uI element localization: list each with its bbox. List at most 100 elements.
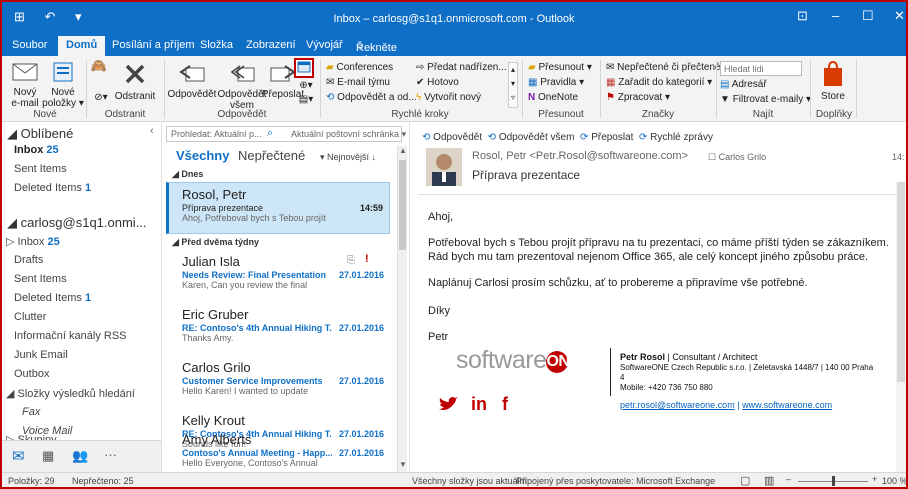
reply-all-action[interactable]: ⟲ Odpovědět všem (488, 132, 575, 143)
delete-button[interactable]: Odstranit (110, 60, 160, 102)
people-icon[interactable]: 👥 (72, 448, 88, 464)
quick-step-conferences[interactable]: ▰ Conferences (326, 62, 393, 73)
normal-view-icon[interactable]: ▢ (740, 474, 750, 487)
im-reply-icon[interactable]: ▤▾ (296, 94, 316, 105)
followup-button[interactable]: ⚑ Zpracovat ▾ (606, 92, 670, 103)
folder-inbox[interactable]: ▷ Inbox 25 (6, 235, 60, 248)
move-button[interactable]: ▰ Přesunout ▾ (528, 62, 592, 73)
ignore-icon[interactable]: 🙈 (90, 59, 108, 72)
twitter-icon[interactable] (438, 394, 463, 414)
message-preview: Hello Karen! I wanted to update (182, 386, 309, 396)
tab-home[interactable]: Domů (58, 36, 106, 56)
quick-step-reply-delete[interactable]: ⟲ Odpovědět a od... (326, 92, 417, 103)
tab-folder[interactable]: Složka (200, 39, 233, 51)
new-items-button[interactable]: Nové položky ▾ (42, 60, 84, 109)
reply-button[interactable]: Odpovědět (166, 60, 218, 100)
recipient[interactable]: ☐ Carlos Grilo (708, 152, 766, 163)
more-nav-icon[interactable]: ··· (104, 447, 117, 462)
scroll-up-arrow-icon[interactable]: ▲ (399, 146, 407, 155)
account-header[interactable]: ◢ carlosg@s1q1.onmi... (7, 215, 147, 231)
folder-fax[interactable]: Fax (22, 406, 40, 418)
quick-step-to-manager[interactable]: ⇨ Předat nadřízen... (416, 62, 507, 73)
maximize-button[interactable]: ☐ (862, 8, 874, 24)
collapse-pane-icon[interactable]: ‹ (150, 125, 154, 137)
close-button[interactable]: ✕ (894, 8, 905, 24)
signature-email-link[interactable]: petr.rosol@softwareone.com (620, 400, 735, 410)
zoom-slider-thumb[interactable] (832, 476, 835, 486)
search-box[interactable]: Prohledat: Aktuální p... ⌕ Aktuální pošt… (166, 126, 406, 142)
reading-view-icon[interactable]: ▥ (764, 474, 774, 487)
sender-avatar[interactable] (426, 148, 462, 186)
onenote-button[interactable]: N OneNote (528, 92, 578, 103)
address-book-button[interactable]: ▤ Adresář (720, 79, 767, 90)
zoom-level[interactable]: 100 % (882, 476, 906, 486)
tab-file[interactable]: Soubor (12, 39, 47, 51)
unread-read-button[interactable]: ✉ Nepřečtené či přečtené (606, 62, 721, 73)
sort-dropdown[interactable]: ▾ Nejnovější ↓ (320, 152, 376, 163)
reply-icon: ⟲ (422, 132, 431, 143)
more-respond-icon[interactable]: ⊕▾ (296, 80, 316, 91)
list-item[interactable]: Julian Isla ⎘ ! Needs Review: Final Pres… (166, 250, 390, 302)
new-email-button[interactable]: Nový e-mail (6, 60, 44, 109)
quick-step-done[interactable]: ✔ Hotovo (416, 77, 459, 88)
message-list-scrollbar[interactable]: ▲ ▼ (397, 146, 407, 472)
scroll-down-arrow-icon[interactable]: ▼ (399, 460, 407, 469)
signature-web-link[interactable]: www.softwareone.com (742, 400, 832, 410)
fav-sent-items[interactable]: Sent Items (14, 163, 67, 175)
folder-drafts[interactable]: Drafts (14, 254, 43, 266)
rules-button[interactable]: ▦ Pravidla ▾ (528, 77, 584, 88)
folder-label: ▷ Inbox (6, 236, 45, 248)
folder-search-folders[interactable]: ◢ Složky výsledků hledání (6, 387, 135, 400)
store-button[interactable]: Store (814, 60, 852, 102)
tab-view[interactable]: Zobrazení (246, 39, 296, 51)
folder-junk[interactable]: Junk Email (14, 349, 68, 361)
tab-send-receive[interactable]: Posílání a příjem (112, 39, 195, 51)
mail-icon[interactable]: ✉ (12, 447, 25, 465)
favorites-header[interactable]: ◢ Oblíbené (7, 126, 73, 142)
sender-line[interactable]: Rosol, Petr <Petr.Rosol@softwareone.com> (472, 150, 688, 162)
group-header-older[interactable]: ◢ Před dvěma týdny (172, 237, 259, 248)
reply-action[interactable]: ⟲ Odpovědět (422, 132, 482, 143)
search-scope-dropdown[interactable]: Aktuální poštovní schránka ▾ (291, 129, 406, 140)
ribbon-display-options-icon[interactable]: ⊡ (797, 8, 808, 24)
message-from: Rosol, Petr (182, 187, 247, 202)
quick-step-create-new[interactable]: ϟ Vytvořit nový (416, 92, 481, 103)
linkedin-icon[interactable]: in (471, 394, 487, 414)
search-icon[interactable]: ⌕ (267, 127, 273, 140)
folder-deleted-items[interactable]: Deleted Items 1 (14, 292, 91, 304)
junk-icon[interactable]: ⊘▾ (92, 92, 110, 103)
list-item[interactable]: Amy Alberts Contoso's Annual Meeting - H… (166, 428, 390, 472)
meeting-reply-button[interactable] (294, 58, 314, 78)
zoom-out-icon[interactable]: – (786, 474, 791, 484)
folder-rss[interactable]: Informační kanály RSS (14, 330, 127, 342)
search-people-input[interactable] (720, 61, 802, 76)
zoom-in-icon[interactable]: + (872, 474, 877, 484)
folder-outbox[interactable]: Outbox (14, 368, 49, 380)
quick-step-team-email[interactable]: ✉ E-mail týmu (326, 77, 390, 88)
scroll-thumb[interactable] (399, 160, 406, 250)
folder-clutter[interactable]: Clutter (14, 311, 46, 323)
minimize-button[interactable]: – (832, 8, 839, 23)
calendar-icon[interactable]: ▦ (42, 448, 54, 464)
outlook-window: ⊞ ↶ ▾ Inbox – carlosg@s1q1.onmicrosoft.c… (0, 0, 908, 489)
folder-sent-items[interactable]: Sent Items (14, 273, 67, 285)
quick-steps-scroll[interactable]: ▴ ▾ ▿ (508, 62, 518, 108)
facebook-icon[interactable]: f (502, 394, 508, 414)
tab-developer[interactable]: Vývojář (306, 39, 343, 51)
search-input[interactable]: Prohledat: Aktuální p... (171, 129, 262, 139)
quick-messages-action[interactable]: ⟳ Rychlé zprávy (639, 132, 713, 143)
filter-email-button[interactable]: ▼ Filtrovat e-maily ▾ (720, 94, 811, 105)
list-item[interactable]: Eric Gruber RE: Contoso's 4th Annual Hik… (166, 303, 390, 355)
list-item[interactable]: Carlos Grilo Customer Service Improvemen… (166, 356, 390, 408)
filter-all[interactable]: Všechny (176, 148, 229, 163)
fav-inbox[interactable]: Inbox 25 (14, 144, 59, 156)
reading-scroll-thumb[interactable] (897, 182, 905, 382)
group-header-today[interactable]: ◢ Dnes (172, 169, 203, 180)
filter-unread[interactable]: Nepřečtené (238, 148, 305, 163)
categorize-button[interactable]: ▦ Zařadit do kategorií ▾ (606, 77, 712, 88)
reading-scrollbar[interactable] (896, 182, 906, 472)
fav-deleted-items[interactable]: Deleted Items 1 (14, 182, 91, 194)
forward-action[interactable]: ⟳ Přeposlat (580, 132, 633, 143)
folder-groups[interactable]: ▷ Skupiny (6, 433, 57, 440)
list-item[interactable]: Rosol, Petr Příprava prezentace Ahoj, Po… (166, 182, 390, 234)
